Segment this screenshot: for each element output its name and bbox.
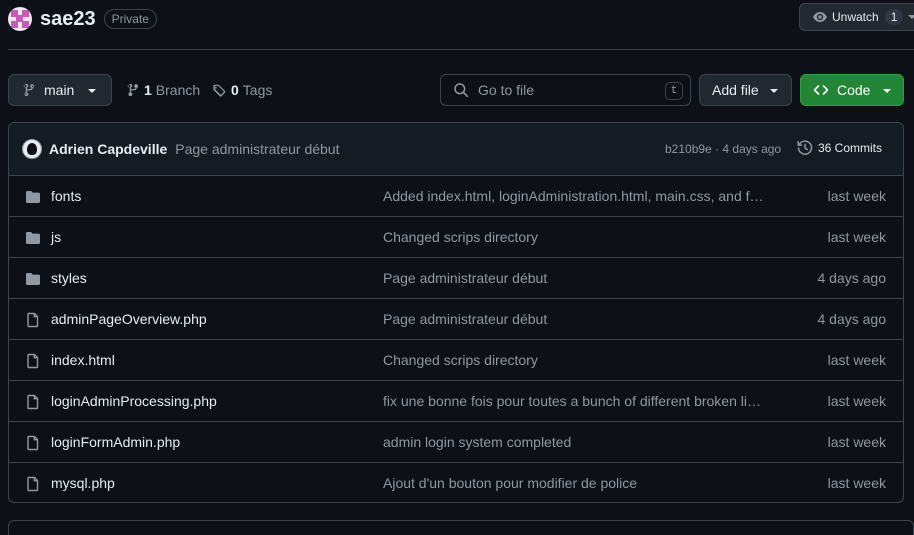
repo-name[interactable]: sae23 (40, 8, 96, 31)
watchers-count: 1 (884, 9, 904, 25)
file-row[interactable]: adminPageOverview.php Page administrateu… (9, 299, 903, 340)
author-avatar[interactable] (22, 139, 42, 159)
file-icon (27, 312, 39, 328)
file-commit-date: last week (827, 188, 886, 204)
branch-selector-button[interactable]: main (8, 74, 112, 106)
history-icon (797, 140, 813, 155)
git-branch-icon (127, 83, 139, 97)
repo-header: sae23 Private (8, 4, 157, 34)
file-row[interactable]: js Changed scrips directory last week (9, 217, 903, 258)
file-row[interactable]: mysql.php Ajout d'un bouton pour modifie… (9, 463, 903, 502)
commits-history-link[interactable]: 36 Commits (797, 140, 882, 156)
tags-count: 0 (231, 82, 239, 98)
file-commit-date: last week (827, 475, 886, 491)
latest-commit-bar: Adrien Capdeville Page administrateur dé… (9, 123, 903, 176)
go-to-file-search[interactable]: t (440, 74, 691, 106)
unwatch-label: Unwatch (832, 10, 879, 24)
go-to-file-input[interactable] (478, 82, 658, 98)
folder-icon (26, 273, 40, 285)
file-commit-date: last week (827, 393, 886, 409)
file-commit-message[interactable]: Page administrateur début (383, 270, 767, 286)
unwatch-button[interactable]: Unwatch 1 (799, 3, 914, 31)
eye-icon (813, 12, 827, 22)
add-file-button[interactable]: Add file (699, 74, 792, 106)
file-name[interactable]: styles (51, 270, 87, 286)
keyboard-shortcut-hint: t (665, 82, 683, 100)
tags-link[interactable]: 0 Tags (212, 74, 272, 106)
branches-label: Branch (155, 82, 201, 98)
commit-author[interactable]: Adrien Capdeville (49, 141, 167, 157)
file-commit-date: 4 days ago (817, 270, 887, 286)
file-icon (27, 394, 39, 410)
folder-icon (26, 232, 40, 244)
branch-name: main (44, 82, 75, 98)
add-file-label: Add file (712, 82, 759, 98)
file-commit-message[interactable]: fix une bonne fois pour toutes a bunch o… (383, 393, 767, 409)
commits-count: 36 Commits (818, 141, 883, 155)
file-commit-date: last week (827, 229, 886, 245)
visibility-badge: Private (103, 9, 157, 29)
readme-panel (8, 520, 914, 535)
file-name[interactable]: loginFormAdmin.php (51, 434, 180, 450)
file-commit-message[interactable]: Page administrateur début (383, 311, 767, 327)
chevron-down-icon (908, 15, 914, 19)
file-row[interactable]: index.html Changed scrips directory last… (9, 340, 903, 381)
file-icon (27, 353, 39, 369)
branches-count: 1 (144, 82, 152, 98)
file-commit-message[interactable]: Added index.html, loginAdministration.ht… (383, 188, 767, 204)
latest-commit-meta[interactable]: b210b9e · 4 days ago (665, 142, 781, 156)
file-commit-message[interactable]: Changed scrips directory (383, 352, 767, 368)
branches-link[interactable]: 1 Branch (126, 74, 200, 106)
file-commit-message[interactable]: admin login system completed (383, 434, 767, 450)
chevron-down-icon (88, 89, 96, 93)
search-icon (454, 83, 469, 98)
file-name[interactable]: js (51, 229, 61, 245)
file-commit-date: last week (827, 434, 886, 450)
git-branch-icon (23, 83, 35, 97)
code-button[interactable]: Code (800, 74, 904, 106)
file-commit-date: last week (827, 352, 886, 368)
file-row[interactable]: loginAdminProcessing.php fix une bonne f… (9, 381, 903, 422)
repo-owner-avatar[interactable] (8, 7, 32, 31)
file-browser: Adrien Capdeville Page administrateur dé… (8, 122, 904, 503)
code-icon (813, 85, 829, 95)
file-row[interactable]: loginFormAdmin.php admin login system co… (9, 422, 903, 463)
file-name[interactable]: loginAdminProcessing.php (51, 393, 217, 409)
file-icon (27, 476, 39, 492)
file-row[interactable]: fonts Added index.html, loginAdministrat… (9, 176, 903, 217)
file-commit-message[interactable]: Ajout d'un bouton pour modifier de polic… (383, 475, 767, 491)
file-row[interactable]: styles Page administrateur début 4 days … (9, 258, 903, 299)
file-commit-message[interactable]: Changed scrips directory (383, 229, 767, 245)
header-divider (8, 49, 914, 50)
file-name[interactable]: mysql.php (51, 475, 115, 491)
file-commit-date: 4 days ago (817, 311, 887, 327)
file-icon (27, 435, 39, 451)
file-name[interactable]: index.html (51, 352, 115, 368)
file-name[interactable]: adminPageOverview.php (51, 311, 207, 327)
file-name[interactable]: fonts (51, 188, 81, 204)
folder-icon (26, 191, 40, 203)
code-label: Code (837, 82, 871, 98)
repo-toolbar: main 1 Branch 0 Tags t Add file Code (8, 74, 904, 106)
latest-commit-message[interactable]: Page administrateur début (175, 141, 339, 157)
tags-label: Tags (242, 82, 273, 98)
tag-icon (213, 84, 226, 97)
chevron-down-icon (770, 89, 778, 93)
chevron-down-icon (883, 89, 891, 93)
